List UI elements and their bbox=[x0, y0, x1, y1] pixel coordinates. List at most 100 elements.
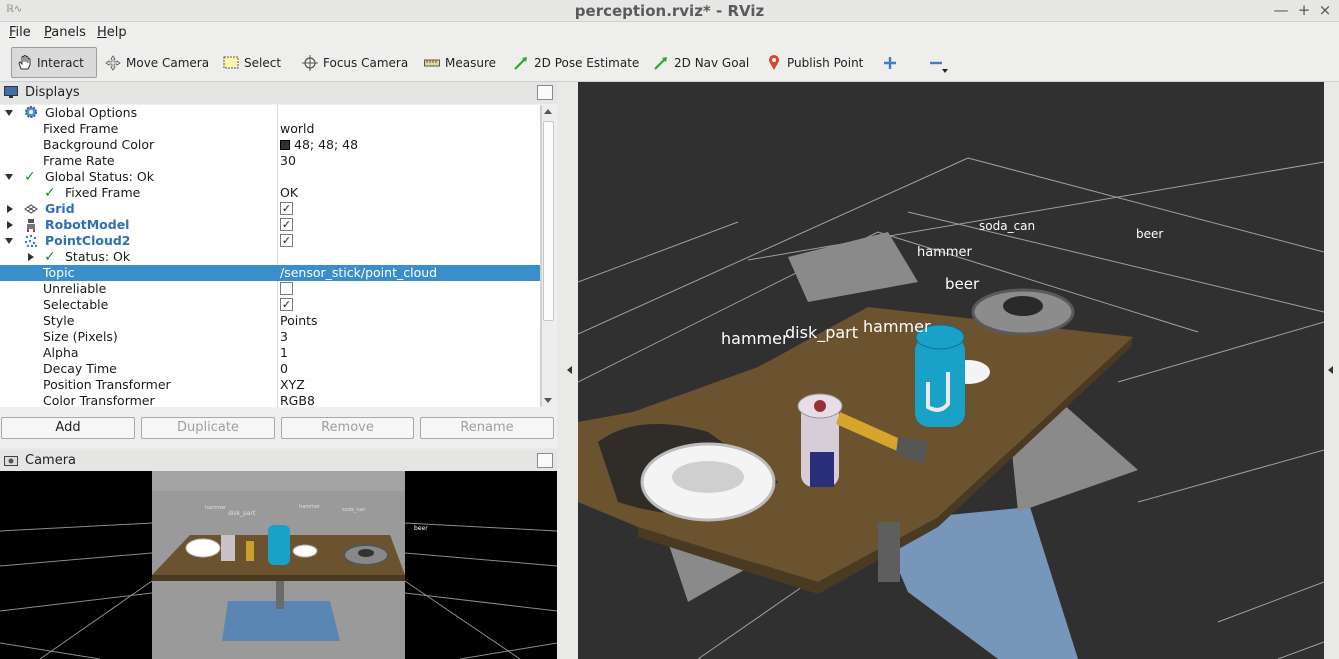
tree-row-style[interactable]: Style Points bbox=[0, 313, 540, 329]
displays-scrollbar[interactable] bbox=[541, 105, 555, 407]
float-panel-button[interactable] bbox=[537, 453, 553, 468]
selectable-checkbox[interactable]: ✓ bbox=[280, 298, 293, 311]
move-camera-button[interactable]: Move Camera bbox=[101, 47, 213, 78]
close-button[interactable]: × bbox=[1316, 1, 1334, 19]
minimize-button[interactable]: — bbox=[1272, 1, 1290, 19]
unreliable-checkbox[interactable] bbox=[280, 282, 293, 295]
interact-tool-button[interactable]: Interact bbox=[11, 47, 97, 78]
tree-row-global-status[interactable]: ✓ Global Status: Ok bbox=[0, 169, 540, 185]
maximize-button[interactable]: + bbox=[1295, 1, 1313, 19]
tree-row-background-color[interactable]: Background Color 48; 48; 48 bbox=[0, 137, 540, 153]
publish-point-button[interactable]: Publish Point bbox=[762, 47, 867, 78]
fixed-frame-value[interactable]: world bbox=[280, 121, 314, 136]
grid-enable-checkbox[interactable]: ✓ bbox=[280, 202, 293, 215]
tree-row-color-transformer[interactable]: Color Transformer RGB8 bbox=[0, 393, 540, 407]
label-hammer-far: hammer bbox=[917, 245, 972, 260]
select-label: Select bbox=[244, 55, 282, 70]
decay-time-label: Decay Time bbox=[43, 361, 117, 376]
remove-tool-button[interactable] bbox=[924, 47, 953, 78]
expand-arrow-icon[interactable] bbox=[7, 221, 13, 229]
tree-row-pointcloud2[interactable]: PointCloud2 ✓ bbox=[0, 233, 540, 249]
tree-row-topic[interactable]: Topic /sensor_stick/point_cloud bbox=[0, 265, 540, 281]
tree-row-status[interactable]: ✓ Status: Ok bbox=[0, 249, 540, 265]
collapse-arrow-icon[interactable] bbox=[5, 238, 13, 244]
menu-file[interactable]: File bbox=[9, 25, 31, 40]
frame-rate-value[interactable]: 30 bbox=[280, 153, 296, 168]
tree-row-frame-rate[interactable]: Frame Rate 30 bbox=[0, 153, 540, 169]
tree-row-selectable[interactable]: Selectable ✓ bbox=[0, 297, 540, 313]
displays-header: Displays bbox=[0, 82, 557, 104]
alpha-value[interactable]: 1 bbox=[280, 345, 288, 360]
tree-row-grid[interactable]: Grid ✓ bbox=[0, 201, 540, 218]
position-transformer-label: Position Transformer bbox=[43, 377, 171, 392]
panel-splitter[interactable] bbox=[557, 82, 578, 659]
focus-camera-label: Focus Camera bbox=[323, 55, 409, 70]
checkmark-icon: ✓ bbox=[44, 249, 56, 265]
tree-row-fixed-frame[interactable]: Fixed Frame world bbox=[0, 121, 540, 137]
add-display-button[interactable]: Add bbox=[1, 417, 135, 439]
camera-render bbox=[0, 471, 557, 659]
measure-label: Measure bbox=[445, 55, 496, 70]
tree-row-decay-time[interactable]: Decay Time 0 bbox=[0, 361, 540, 377]
size-label: Size (Pixels) bbox=[43, 329, 118, 344]
camera-label-beer: beer bbox=[414, 525, 428, 532]
select-tool-button[interactable]: Select bbox=[219, 47, 285, 78]
expand-arrow-icon[interactable] bbox=[7, 205, 13, 213]
tree-row-unreliable[interactable]: Unreliable bbox=[0, 281, 540, 297]
camera-image-view[interactable]: hammer disk_part hammer soda_can beer bbox=[0, 471, 557, 659]
duplicate-display-button[interactable]: Duplicate bbox=[141, 417, 275, 439]
tree-row-position-transformer[interactable]: Position Transformer XYZ bbox=[0, 377, 540, 393]
collapse-arrow-icon[interactable] bbox=[5, 174, 13, 180]
alpha-label: Alpha bbox=[43, 345, 79, 360]
scroll-up-icon[interactable] bbox=[544, 109, 552, 114]
tree-row-size[interactable]: Size (Pixels) 3 bbox=[0, 329, 540, 345]
float-panel-button[interactable] bbox=[537, 85, 553, 100]
grid-icon bbox=[24, 203, 38, 218]
measure-tool-button[interactable]: Measure bbox=[420, 47, 500, 78]
pose-estimate-button[interactable]: 2D Pose Estimate bbox=[509, 47, 643, 78]
menu-panels[interactable]: Panels bbox=[44, 25, 86, 40]
topic-value[interactable]: /sensor_stick/point_cloud bbox=[280, 265, 437, 280]
fixed-frame-label: Fixed Frame bbox=[43, 121, 119, 136]
robot-model-enable-checkbox[interactable]: ✓ bbox=[280, 218, 293, 231]
checkmark-icon: ✓ bbox=[24, 169, 36, 185]
tree-row-robot-model[interactable]: RobotModel ✓ bbox=[0, 217, 540, 233]
collapse-right-arrow-icon[interactable] bbox=[1328, 366, 1333, 374]
tree-row-global-options[interactable]: Global Options bbox=[0, 105, 540, 121]
nav-goal-label: 2D Nav Goal bbox=[674, 55, 750, 70]
collapse-left-arrow-icon[interactable] bbox=[567, 366, 572, 374]
robot-model-label: RobotModel bbox=[45, 217, 130, 232]
menu-help[interactable]: Help bbox=[97, 25, 127, 40]
focus-camera-button[interactable]: Focus Camera bbox=[298, 47, 412, 78]
scrollbar-thumb[interactable] bbox=[543, 121, 554, 321]
tree-row-alpha[interactable]: Alpha 1 bbox=[0, 345, 540, 361]
label-soda-can: soda_can bbox=[979, 219, 1036, 233]
window-title: perception.rviz* - RViz bbox=[574, 2, 765, 20]
status-label: Status: Ok bbox=[65, 249, 131, 264]
style-value[interactable]: Points bbox=[280, 313, 318, 328]
column-divider bbox=[277, 153, 278, 169]
size-value[interactable]: 3 bbox=[280, 329, 288, 344]
checkmark-icon: ✓ bbox=[44, 185, 56, 201]
decay-time-value[interactable]: 0 bbox=[280, 361, 288, 376]
render-3d-view[interactable]: soda_can beer hammer beer hammer disk_pa… bbox=[578, 82, 1324, 659]
position-transformer-value[interactable]: XYZ bbox=[280, 377, 305, 392]
background-color-value[interactable]: 48; 48; 48 bbox=[280, 137, 358, 152]
rename-display-button[interactable]: Rename bbox=[420, 417, 554, 439]
column-divider bbox=[277, 137, 278, 153]
color-transformer-value[interactable]: RGB8 bbox=[280, 393, 315, 407]
scroll-down-icon[interactable] bbox=[544, 398, 552, 403]
remove-display-button[interactable]: Remove bbox=[281, 417, 414, 439]
tree-row-status-fixed-frame[interactable]: ✓ Fixed Frame OK bbox=[0, 185, 540, 201]
nav-goal-button[interactable]: 2D Nav Goal bbox=[649, 47, 753, 78]
pointcloud2-enable-checkbox[interactable]: ✓ bbox=[280, 234, 293, 247]
column-divider bbox=[277, 265, 278, 281]
displays-title: Displays bbox=[25, 85, 80, 100]
right-splitter[interactable] bbox=[1324, 82, 1339, 659]
column-divider bbox=[277, 329, 278, 345]
expand-arrow-icon[interactable] bbox=[28, 253, 34, 261]
collapse-arrow-icon[interactable] bbox=[5, 110, 13, 116]
select-icon bbox=[223, 55, 239, 71]
label-beer: beer bbox=[945, 275, 980, 293]
add-tool-button[interactable] bbox=[878, 47, 907, 78]
